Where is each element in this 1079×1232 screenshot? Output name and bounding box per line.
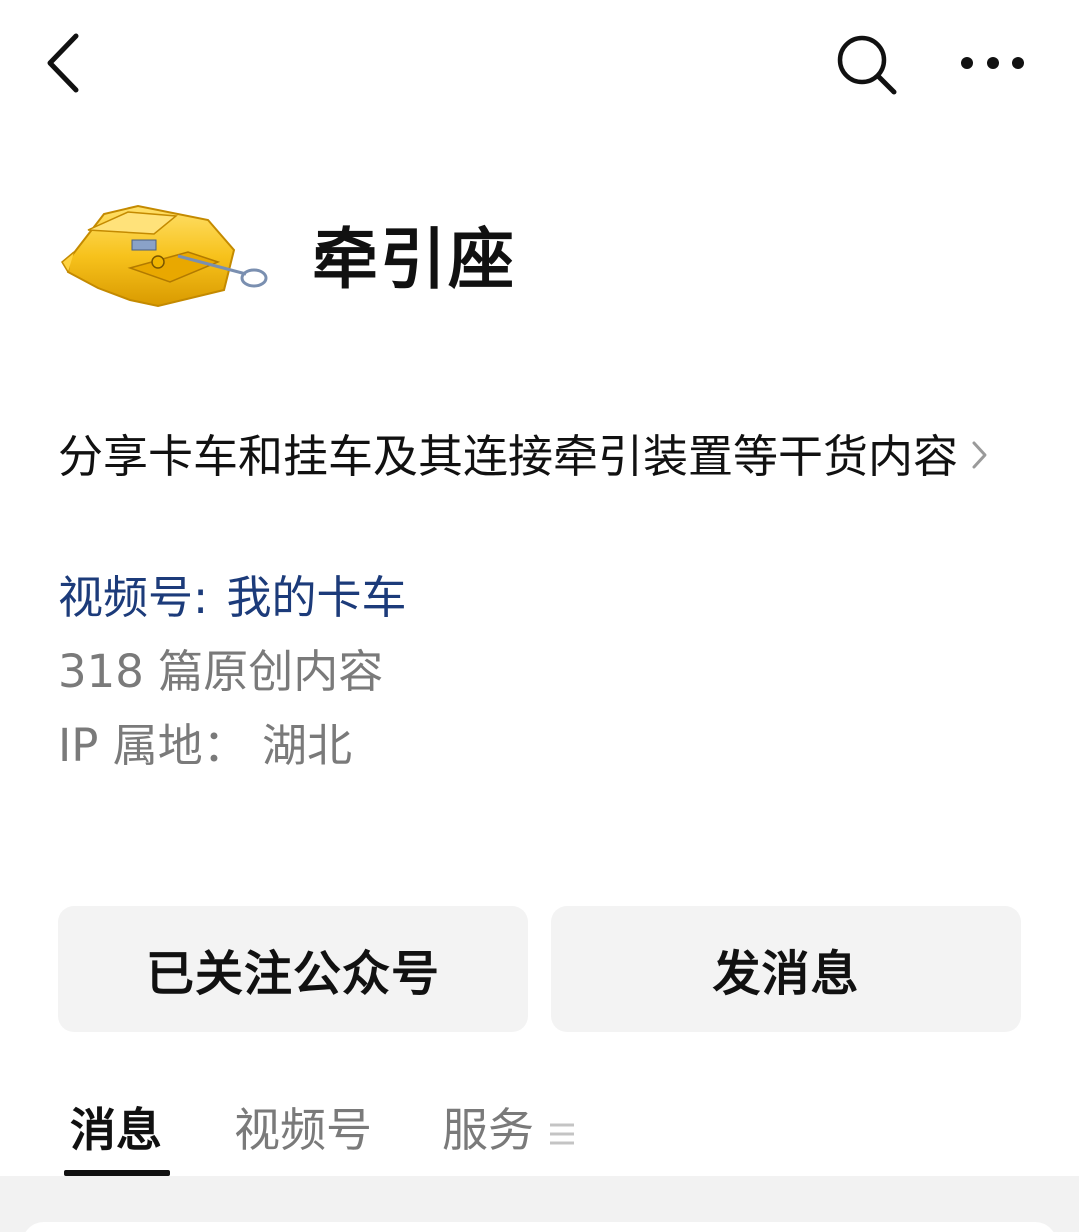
fifth-wheel-avatar-image xyxy=(61,204,268,308)
ip-location: IP 属地： 湖北 xyxy=(58,719,353,772)
content-tabs: 消息 视频号 服务 xyxy=(0,1090,1079,1176)
more-button[interactable] xyxy=(955,40,1031,86)
menu-icon xyxy=(550,1123,574,1144)
channel-name: 我的卡车 xyxy=(226,571,407,624)
tab-channels[interactable]: 视频号 xyxy=(234,1100,372,1160)
search-icon xyxy=(837,35,897,95)
message-card xyxy=(22,1222,1057,1232)
description-text: 分享卡车和挂车及其连接牵引装置等干货内容 xyxy=(58,430,959,483)
original-content-count: 318 篇原创内容 xyxy=(58,645,384,698)
channel-prefix: 视频号: xyxy=(58,571,209,624)
account-profile-page: 牵引座 分享卡车和挂车及其连接牵引装置等干货内容 视频号: 我的卡车 318 篇… xyxy=(0,0,1079,1232)
account-name: 牵引座 xyxy=(312,221,516,298)
more-horizontal-icon xyxy=(961,57,1024,69)
channel-link[interactable]: 视频号: 我的卡车 xyxy=(58,566,407,630)
tab-services[interactable]: 服务 xyxy=(442,1100,576,1161)
tab-services-label: 服务 xyxy=(442,1103,534,1157)
send-message-button[interactable]: 发消息 xyxy=(551,906,1021,1032)
account-avatar xyxy=(58,190,278,320)
chevron-left-icon xyxy=(47,33,79,93)
chevron-right-icon xyxy=(972,441,987,469)
tab-messages[interactable]: 消息 xyxy=(70,1100,162,1160)
account-description[interactable]: 分享卡车和挂车及其连接牵引装置等干货内容 xyxy=(58,424,1018,490)
search-button[interactable] xyxy=(832,32,900,96)
back-button[interactable] xyxy=(38,30,94,96)
followed-button[interactable]: 已关注公众号 xyxy=(58,906,528,1032)
